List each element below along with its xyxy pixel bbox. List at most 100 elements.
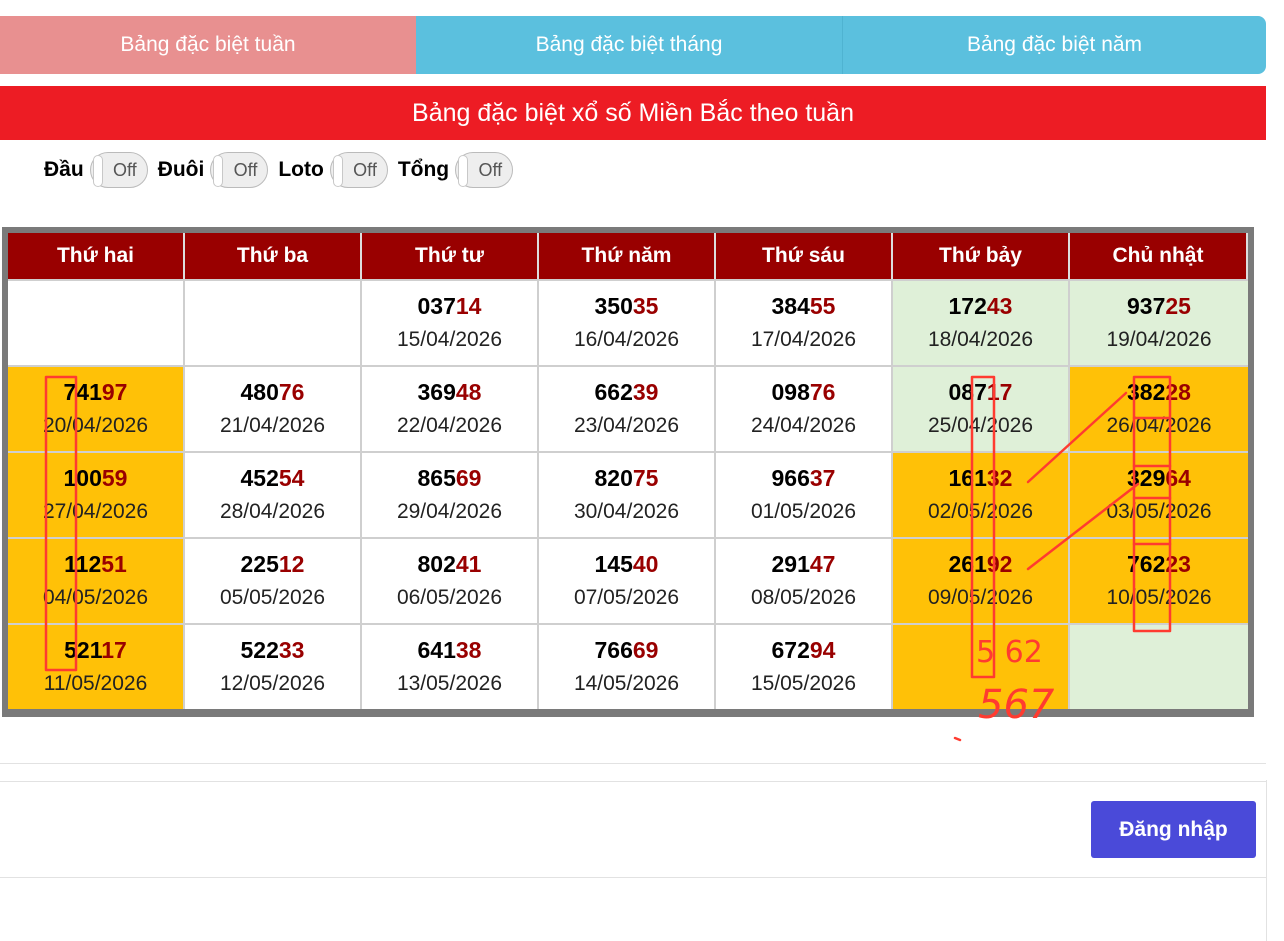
special-number: 08717 bbox=[949, 377, 1013, 407]
result-cell: 64138 13/05/2026 bbox=[362, 623, 539, 709]
special-results-table: Thứ hai Thứ ba Thứ tư Thứ năm Thứ sáu Th… bbox=[2, 227, 1254, 717]
special-number: 14540 bbox=[595, 549, 659, 579]
result-cell: 76669 14/05/2026 bbox=[539, 623, 716, 709]
draw-date: 05/05/2026 bbox=[219, 586, 326, 609]
special-number: 09876 bbox=[772, 377, 836, 407]
special-number: 17243 bbox=[949, 291, 1013, 321]
special-number: 76223 bbox=[1127, 549, 1191, 579]
draw-date: 15/05/2026 bbox=[750, 672, 857, 695]
draw-date: 24/04/2026 bbox=[750, 414, 857, 437]
number-head: 384 bbox=[771, 293, 810, 319]
result-cell bbox=[8, 279, 185, 365]
number-tail: 32 bbox=[986, 465, 1013, 491]
result-cell: 74197 20/04/2026 bbox=[8, 365, 185, 451]
draw-date: 16/04/2026 bbox=[573, 328, 680, 351]
number-tail: 64 bbox=[1165, 465, 1191, 491]
draw-date: 10/05/2026 bbox=[1106, 586, 1212, 609]
number-tail: 23 bbox=[1165, 551, 1191, 577]
draw-date: 14/05/2026 bbox=[573, 672, 680, 695]
draw-date: 01/05/2026 bbox=[750, 500, 857, 523]
number-tail: 54 bbox=[278, 465, 305, 491]
number-tail: 69 bbox=[632, 637, 659, 663]
number-head: 225 bbox=[240, 551, 279, 577]
special-number: 16132 bbox=[949, 463, 1013, 493]
special-number: 38455 bbox=[772, 291, 836, 321]
number-head: 291 bbox=[771, 551, 810, 577]
draw-date: 08/05/2026 bbox=[750, 586, 857, 609]
number-tail: 35 bbox=[632, 293, 659, 319]
number-tail: 55 bbox=[809, 293, 836, 319]
col-header-fri: Thứ sáu bbox=[716, 233, 893, 279]
result-cell: 36948 22/04/2026 bbox=[362, 365, 539, 451]
toggle-loto[interactable]: Off bbox=[329, 152, 388, 188]
special-number: 22512 bbox=[241, 549, 305, 579]
draw-date: 20/04/2026 bbox=[42, 414, 149, 437]
draw-date: 04/05/2026 bbox=[42, 586, 149, 609]
result-cell: 22512 05/05/2026 bbox=[185, 537, 362, 623]
toggle-label-dau: Đầu bbox=[44, 158, 84, 181]
number-head: 145 bbox=[594, 551, 633, 577]
number-tail: 48 bbox=[455, 379, 482, 405]
special-number: 96637 bbox=[772, 463, 836, 493]
number-tail: 76 bbox=[278, 379, 305, 405]
number-tail: 94 bbox=[809, 637, 836, 663]
special-number: 03714 bbox=[418, 291, 482, 321]
number-head: 098 bbox=[771, 379, 810, 405]
result-cell bbox=[185, 279, 362, 365]
draw-date: 22/04/2026 bbox=[396, 414, 503, 437]
result-cell: 32964 03/05/2026 bbox=[1070, 451, 1248, 537]
number-head: 766 bbox=[594, 637, 633, 663]
result-cell: 35035 16/04/2026 bbox=[539, 279, 716, 365]
number-tail: 37 bbox=[809, 465, 836, 491]
toggle-duoi[interactable]: Off bbox=[210, 152, 269, 188]
annotation-tick bbox=[953, 736, 962, 742]
draw-date: 12/05/2026 bbox=[219, 672, 326, 695]
result-cell: 08717 25/04/2026 bbox=[893, 365, 1070, 451]
draw-date: 18/04/2026 bbox=[927, 328, 1034, 351]
number-head: 087 bbox=[948, 379, 987, 405]
login-button[interactable]: Đăng nhập bbox=[1091, 801, 1256, 858]
number-head: 802 bbox=[417, 551, 456, 577]
draw-date: 29/04/2026 bbox=[396, 500, 503, 523]
toggle-label-duoi: Đuôi bbox=[157, 158, 205, 181]
number-tail: 17 bbox=[101, 637, 127, 663]
number-head: 172 bbox=[948, 293, 987, 319]
panel-divider-login-bottom bbox=[0, 877, 1266, 878]
toggle-tong[interactable]: Off bbox=[455, 152, 514, 188]
draw-date: 26/04/2026 bbox=[1106, 414, 1212, 437]
toggle-dau[interactable]: Off bbox=[89, 152, 148, 188]
number-tail: 28 bbox=[1165, 379, 1191, 405]
number-head: 937 bbox=[1127, 293, 1166, 319]
number-head: 966 bbox=[771, 465, 810, 491]
result-cell: 09876 24/04/2026 bbox=[716, 365, 893, 451]
number-tail: 69 bbox=[455, 465, 482, 491]
draw-date: 02/05/2026 bbox=[927, 500, 1034, 523]
special-number: 10059 bbox=[64, 463, 128, 493]
col-header-thu: Thứ năm bbox=[539, 233, 716, 279]
number-tail: 14 bbox=[455, 293, 482, 319]
draw-date: 25/04/2026 bbox=[927, 414, 1034, 437]
number-tail: 59 bbox=[101, 465, 128, 491]
result-cell: 45254 28/04/2026 bbox=[185, 451, 362, 537]
number-tail: 43 bbox=[986, 293, 1013, 319]
number-head: 382 bbox=[1127, 379, 1166, 405]
result-cell: 82075 30/04/2026 bbox=[539, 451, 716, 537]
toggle-label-tong: Tổng bbox=[397, 158, 450, 181]
number-head: 521 bbox=[64, 637, 102, 663]
col-header-sun: Chủ nhật bbox=[1070, 233, 1248, 279]
draw-date: 23/04/2026 bbox=[573, 414, 680, 437]
draw-date: 17/04/2026 bbox=[750, 328, 857, 351]
draw-date: 03/05/2026 bbox=[1106, 500, 1212, 523]
tab-month[interactable]: Bảng đặc biệt tháng bbox=[416, 16, 843, 74]
special-number: 35035 bbox=[595, 291, 659, 321]
result-cell: 86569 29/04/2026 bbox=[362, 451, 539, 537]
special-number: 52117 bbox=[64, 635, 127, 665]
draw-date: 11/05/2026 bbox=[43, 672, 148, 695]
special-number: 64138 bbox=[418, 635, 482, 665]
tab-year[interactable]: Bảng đặc biệt năm bbox=[843, 16, 1266, 74]
special-number: 80241 bbox=[418, 549, 482, 579]
special-number: 67294 bbox=[772, 635, 836, 665]
tab-week[interactable]: Bảng đặc biệt tuần bbox=[0, 16, 416, 74]
result-cell: 66239 23/04/2026 bbox=[539, 365, 716, 451]
number-tail: 40 bbox=[632, 551, 659, 577]
